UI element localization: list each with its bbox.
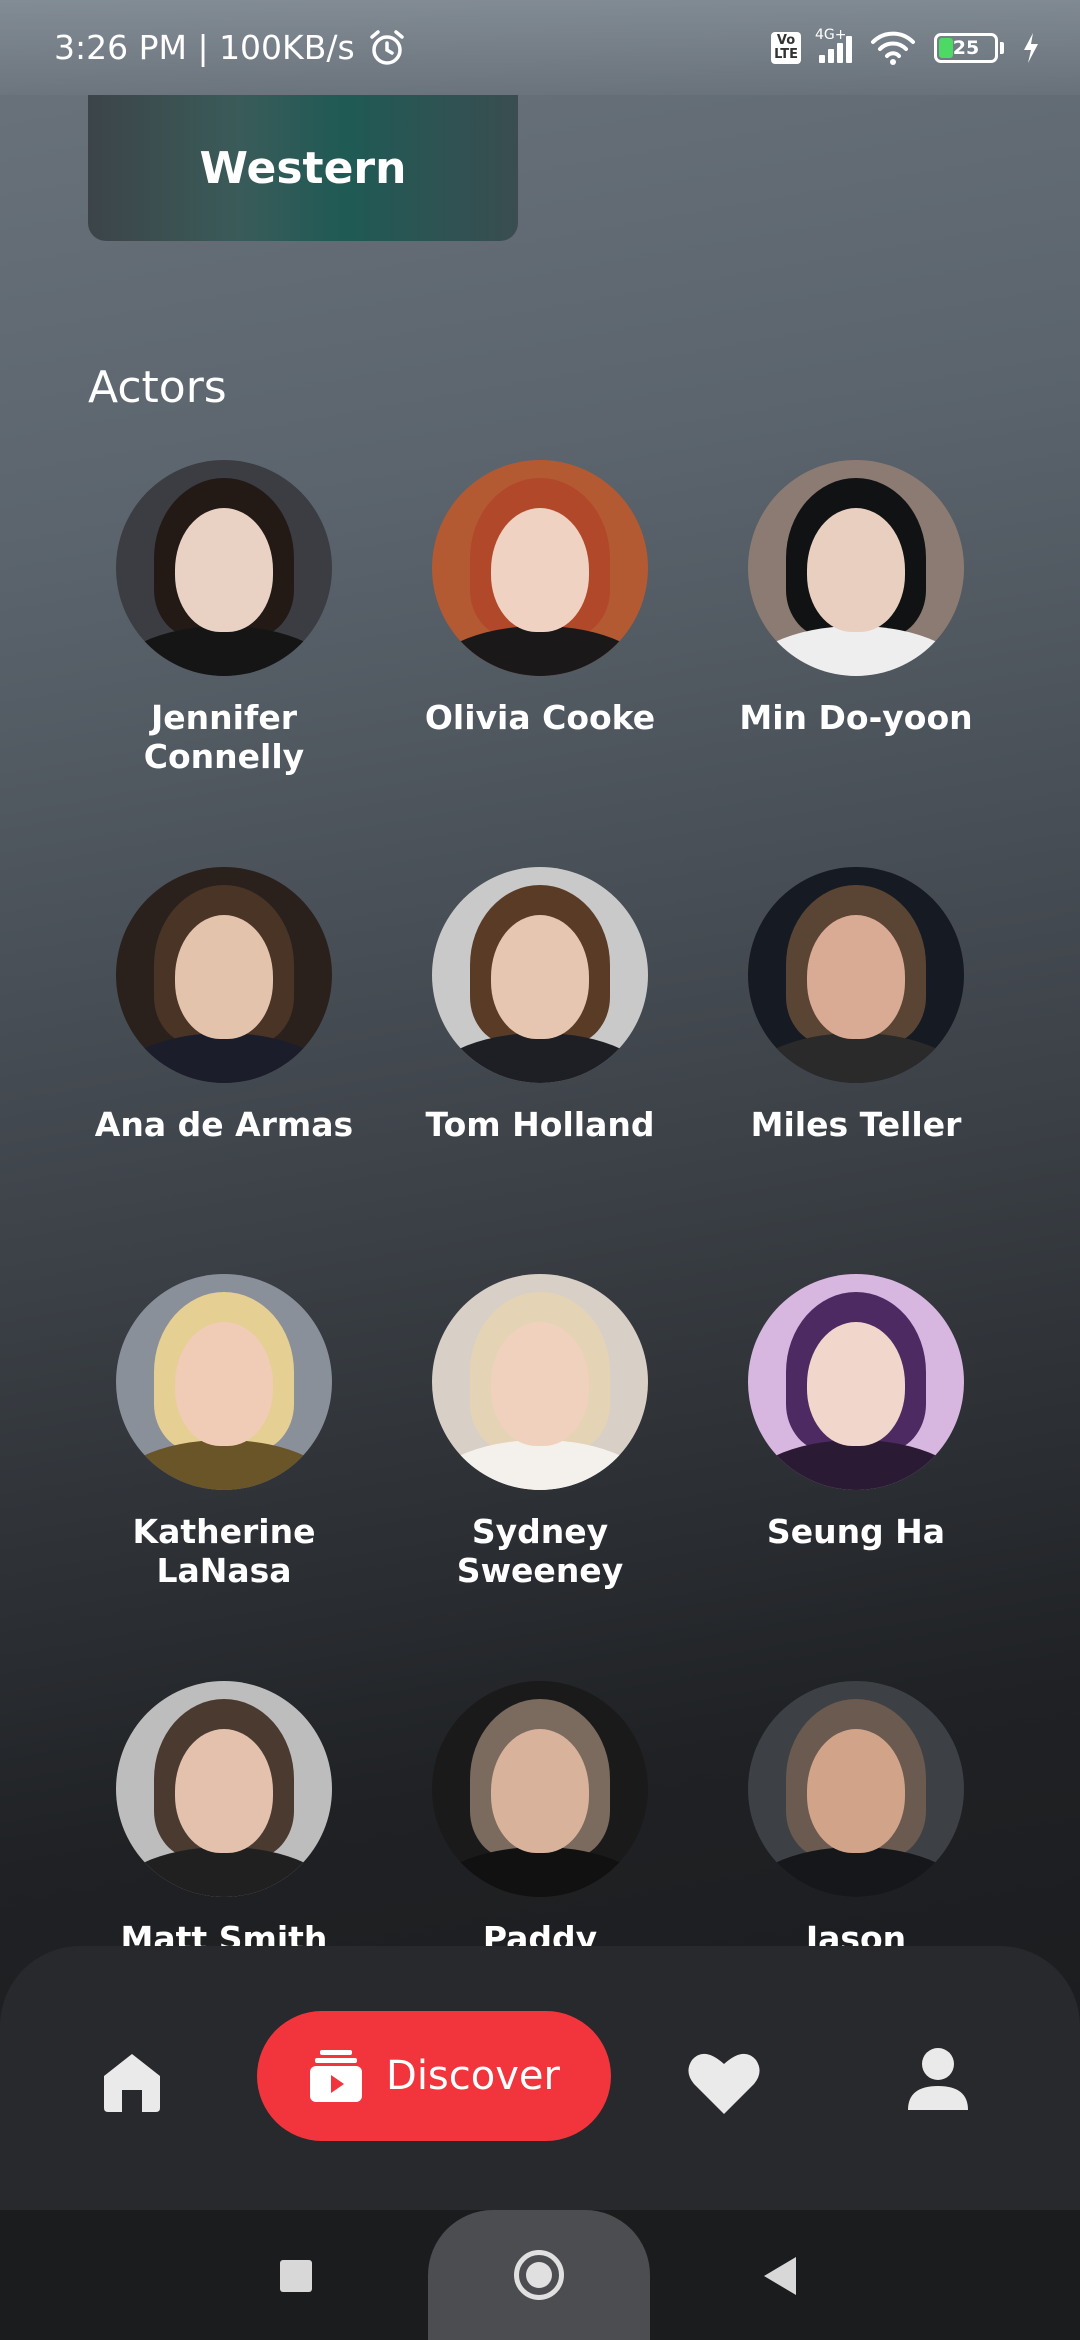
profile-icon[interactable] xyxy=(906,2046,970,2112)
actor-photo xyxy=(432,460,648,676)
cellular-signal-icon: 4G+ xyxy=(815,27,852,63)
actor-card[interactable]: Jennifer Connelly xyxy=(66,460,382,867)
actor-photo xyxy=(748,867,964,1083)
system-home-icon xyxy=(514,2250,564,2300)
actor-photo xyxy=(116,1681,332,1897)
status-right: Vo LTE 4G+ 25 xyxy=(771,27,1040,66)
status-time-speed: 3:26 PM | 100KB/s xyxy=(54,28,355,67)
back-icon[interactable] xyxy=(764,2257,796,2295)
system-nav-bar xyxy=(0,2210,1080,2340)
actor-name: Jennifer Connelly xyxy=(143,698,305,776)
system-home-button[interactable] xyxy=(428,2210,650,2340)
actor-card[interactable]: Olivia Cooke xyxy=(382,460,698,867)
actor-photo xyxy=(432,867,648,1083)
volte-icon: Vo LTE xyxy=(771,31,801,64)
actor-card[interactable]: Ana de Armas xyxy=(66,867,382,1274)
network-type: 4G+ xyxy=(815,26,847,43)
actor-photo xyxy=(116,867,332,1083)
actor-photo xyxy=(748,460,964,676)
actor-card[interactable]: Sydney Sweeney xyxy=(382,1274,698,1681)
actor-card[interactable]: Tom Holland xyxy=(382,867,698,1274)
actor-name: Min Do-yoon xyxy=(739,698,973,737)
recents-icon[interactable] xyxy=(280,2260,312,2292)
system-home-dot xyxy=(526,2262,552,2288)
wifi-icon xyxy=(871,31,915,65)
actor-name: Katherine LaNasa xyxy=(132,1512,316,1590)
actor-name: Olivia Cooke xyxy=(424,698,656,737)
discover-label: Discover xyxy=(386,2053,560,2099)
volte-line1: Vo xyxy=(776,32,796,48)
actor-photo xyxy=(432,1274,648,1490)
actor-name: Sydney Sweeney xyxy=(456,1512,624,1590)
genre-label: Western xyxy=(199,142,407,194)
status-left: 3:26 PM | 100KB/s xyxy=(54,28,407,68)
actor-photo xyxy=(748,1274,964,1490)
discover-icon xyxy=(310,2050,363,2102)
actor-photo xyxy=(432,1681,648,1897)
battery-icon: 25 xyxy=(934,32,1004,63)
genre-card-western[interactable]: Western xyxy=(88,95,518,241)
actor-photo xyxy=(748,1681,964,1897)
actor-card[interactable]: Seung Ha xyxy=(698,1274,1014,1681)
alarm-icon xyxy=(369,29,404,65)
actor-photo xyxy=(116,460,332,676)
status-bar: 3:26 PM | 100KB/s Vo LTE 4G+ 25 xyxy=(0,0,1080,95)
bottom-nav: Discover xyxy=(0,1946,1080,2210)
actor-name: Tom Holland xyxy=(425,1105,655,1144)
actor-grid: Jennifer Connelly Olivia Cooke Min Do-yoon… xyxy=(66,460,1014,2088)
charging-icon xyxy=(1024,32,1038,63)
actor-card[interactable]: Min Do-yoon xyxy=(698,460,1014,867)
actor-name: Miles Teller xyxy=(750,1105,962,1144)
battery-level: 25 xyxy=(952,36,980,59)
actor-name: Ana de Armas xyxy=(94,1105,354,1144)
discover-button[interactable]: Discover xyxy=(257,2011,611,2141)
actor-name: Seung Ha xyxy=(766,1512,946,1551)
heart-icon[interactable] xyxy=(686,2048,762,2116)
volte-line2: LTE xyxy=(774,46,798,62)
actor-card[interactable]: Katherine LaNasa xyxy=(66,1274,382,1681)
home-icon[interactable] xyxy=(100,2050,164,2114)
section-title: Actors xyxy=(88,362,227,413)
actor-card[interactable]: Miles Teller xyxy=(698,867,1014,1274)
actor-photo xyxy=(116,1274,332,1490)
